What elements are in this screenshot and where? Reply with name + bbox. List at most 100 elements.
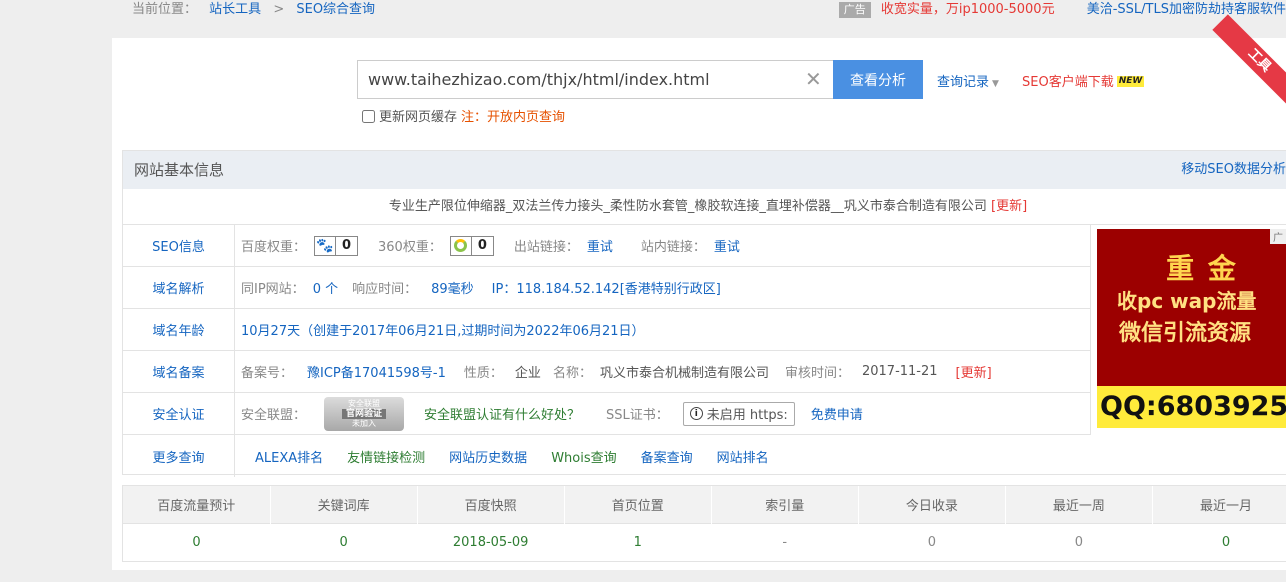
analyze-button[interactable]: 查看分析: [833, 60, 923, 99]
stats-value: 0: [1005, 522, 1153, 561]
icp-row: 域名备案 备案号： 豫ICP备17041598号-1 性质： 企业 名称： 巩义…: [123, 351, 1091, 393]
360-weight-badge[interactable]: 0: [449, 235, 494, 256]
360-weight-value: 0: [470, 236, 493, 255]
stats-value-row: 0 0 2018-05-09 1 - 0 0 0: [123, 522, 1286, 561]
seal-mid-text: 官网验证: [342, 408, 387, 419]
stats-value[interactable]: 2018-05-09: [417, 522, 565, 561]
icp-audit-key: 审核时间：: [784, 366, 850, 381]
update-cache-label: 更新网页缓存: [379, 110, 458, 125]
whois-link[interactable]: Whois查询: [551, 447, 616, 466]
cache-option: 更新网页缓存 注：开放内页查询: [362, 106, 565, 125]
breadcrumb-separator: >: [273, 2, 285, 17]
stats-header: 百度流量预计: [123, 486, 271, 523]
ad-banner-tag: 广: [1270, 229, 1286, 244]
new-badge: NEW: [1116, 76, 1145, 87]
security-label[interactable]: 安全认证: [123, 393, 235, 434]
stats-value: 0: [858, 522, 1006, 561]
inner-page-note: 注：开放内页查询: [461, 110, 566, 125]
main-card: 工具 ✕ 查看分析 查询记录▼ SEO客户端下载NEW 更新网页缓存注：开放内页…: [112, 14, 1286, 570]
inlinks-retry[interactable]: 重试: [714, 236, 740, 255]
more-query-label[interactable]: 更多查询: [123, 435, 235, 477]
seo-info-label[interactable]: SEO信息: [123, 225, 235, 266]
title-update-link[interactable]: [更新]: [991, 199, 1027, 214]
ip-link[interactable]: IP：118.184.52.142[香港特别行政区]: [492, 278, 721, 297]
client-download-link[interactable]: SEO客户端下载: [1022, 75, 1114, 90]
domain-age-row: 域名年龄 10月27天（创建于2017年06月21日,过期时间为2022年06月…: [123, 309, 1091, 351]
stats-value: -: [711, 522, 859, 561]
baidu-paw-icon: 🐾: [316, 237, 334, 254]
icp-no-key: 备案号：: [241, 366, 294, 381]
ad-banner[interactable]: 广 重 金 收pc wap流量 微信引流资源 QQ:68039257: [1097, 229, 1286, 428]
response-time-key: 响应时间：: [352, 282, 418, 297]
top-ads: 广告 收宽实量，万ip1000-5000元 美洽-SSL/TLS加密防劫持客服软…: [838, 0, 1286, 20]
360-logo-icon: [454, 239, 468, 252]
stats-header: 关键词库: [270, 486, 418, 523]
domain-age-label[interactable]: 域名年龄: [123, 309, 235, 350]
same-ip-value[interactable]: 0 个: [313, 278, 338, 297]
domain-age-value: 10月27天（创建于2017年06月21日,过期时间为2022年06月21日）: [241, 324, 645, 339]
client-download[interactable]: SEO客户端下载 NEW: [1022, 71, 1145, 90]
tool-ribbon[interactable]: 工具: [1212, 14, 1286, 108]
ad-banner-line1: 重 金: [1166, 252, 1238, 285]
stats-header: 最近一月: [1152, 486, 1286, 523]
alexa-rank-link[interactable]: ALEXA排名: [255, 447, 323, 466]
icp-no-link[interactable]: 豫ICP备17041598号-1: [307, 362, 446, 381]
outlinks-retry[interactable]: 重试: [587, 236, 613, 255]
stats-header-row: 百度流量预计 关键词库 百度快照 首页位置 索引量 今日收录 最近一周 最近一月: [123, 486, 1286, 523]
query-history-dropdown[interactable]: 查询记录 ▼: [937, 71, 999, 90]
url-input[interactable]: [357, 60, 833, 99]
ad-banner-line2: 收pc wap流量: [1117, 289, 1257, 313]
stats-panel: 百度流量预计 关键词库 百度快照 首页位置 索引量 今日收录 最近一周 最近一月…: [122, 485, 1286, 562]
top-ad-link-1[interactable]: 收宽实量，万ip1000-5000元: [881, 2, 1055, 17]
friend-link-check[interactable]: 友情链接检测: [347, 447, 425, 466]
icp-name-value: 巩义市泰合机械制造有限公司: [599, 366, 769, 381]
more-query-row: 更多查询 ALEXA排名 友情链接检测 网站历史数据 Whois查询 备案查询 …: [123, 435, 1091, 477]
info-icon: i: [689, 407, 703, 420]
query-history-label: 查询记录: [937, 75, 990, 90]
outlinks-key: 出站链接：: [513, 240, 579, 255]
stats-header: 首页位置: [564, 486, 712, 523]
site-info-header: 网站基本信息 移动SEO数据分析: [123, 151, 1286, 189]
top-ad-link-2[interactable]: 美洽-SSL/TLS加密防劫持客服软件: [1087, 2, 1286, 17]
stats-header: 索引量: [711, 486, 859, 523]
ssl-key: SSL证书：: [606, 408, 669, 423]
stats-header: 最近一周: [1005, 486, 1153, 523]
icp-nature-key: 性质：: [463, 366, 503, 381]
breadcrumb-link-tools[interactable]: 站长工具: [209, 2, 261, 17]
stats-header: 百度快照: [417, 486, 565, 523]
response-time-value: 89毫秒: [431, 282, 474, 297]
seal-bottom-text: 未加入: [352, 418, 377, 428]
top-bar: 当前位置： 站长工具 > SEO综合查询 广告 收宽实量，万ip1000-500…: [112, 0, 1286, 28]
alliance-benefit-link[interactable]: 安全联盟认证有什么好处？: [424, 404, 580, 423]
dns-row: 域名解析 同IP网站： 0 个 响应时间： 89毫秒 IP：118.184.52…: [123, 267, 1091, 309]
icp-update-link[interactable]: [更新]: [956, 362, 992, 381]
ssl-status-text: 未启用 https:: [706, 408, 788, 423]
icp-query-link[interactable]: 备案查询: [641, 447, 693, 466]
site-title-row: 专业生产限位伸缩器_双法兰传力接头_柔性防水套管_橡胶软连接_直埋补偿器__巩义…: [123, 189, 1286, 225]
ssl-status-badge: i 未启用 https:: [682, 401, 795, 426]
breadcrumb-link-seo[interactable]: SEO综合查询: [296, 2, 375, 17]
inlinks-key: 站内链接：: [640, 240, 706, 255]
stats-header: 今日收录: [858, 486, 1006, 523]
update-cache-checkbox[interactable]: [362, 110, 375, 123]
stats-table: 百度流量预计 关键词库 百度快照 首页位置 索引量 今日收录 最近一周 最近一月…: [123, 486, 1286, 561]
stats-value[interactable]: 0: [270, 522, 418, 561]
alliance-seal-icon[interactable]: 安全联盟 官网验证 未加入: [324, 396, 405, 431]
ssl-free-apply-link[interactable]: 免费申请: [811, 404, 863, 423]
360-weight-key: 360权重：: [378, 240, 442, 255]
site-rank-link[interactable]: 网站排名: [717, 447, 769, 466]
mobile-seo-link[interactable]: 移动SEO数据分析: [1181, 151, 1286, 189]
stats-value: 1: [564, 522, 712, 561]
dns-label[interactable]: 域名解析: [123, 267, 235, 308]
clear-icon[interactable]: ✕: [805, 67, 822, 91]
icp-nature-value: 企业: [514, 366, 541, 381]
icp-audit-value: 2017-11-21: [861, 364, 938, 379]
ad-banner-qq: QQ:68039257: [1097, 386, 1286, 428]
breadcrumb-label: 当前位置：: [132, 2, 198, 17]
column-divider: [1090, 225, 1091, 435]
icp-label[interactable]: 域名备案: [123, 351, 235, 392]
baidu-weight-value: 0: [335, 236, 357, 255]
security-row: 安全认证 安全联盟： 安全联盟 官网验证 未加入 安全联盟认证有什么好处？ SS…: [123, 393, 1091, 435]
baidu-weight-badge[interactable]: 🐾 0: [314, 235, 359, 256]
site-history-link[interactable]: 网站历史数据: [449, 447, 527, 466]
